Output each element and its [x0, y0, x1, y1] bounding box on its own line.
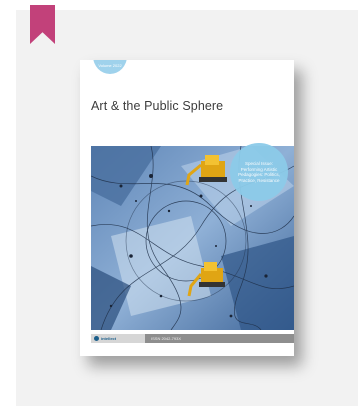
publisher-mark-icon [94, 336, 99, 341]
cover-issue-badge: Volume 2022 [93, 60, 127, 74]
publisher-logo: intellect [91, 334, 145, 343]
cover-title: Art & the Public Sphere [91, 99, 224, 113]
journal-cover-image[interactable]: Volume 2022 Art & the Public Sphere Spec… [80, 60, 294, 356]
special-issue-bubble: Special Issue: Performing Artistic Pedag… [230, 143, 288, 201]
cover-footer: intellect ISSN 2042-793X [91, 334, 294, 343]
publisher-name: intellect [101, 336, 117, 341]
issn-text: ISSN 2042-793X [151, 336, 182, 341]
